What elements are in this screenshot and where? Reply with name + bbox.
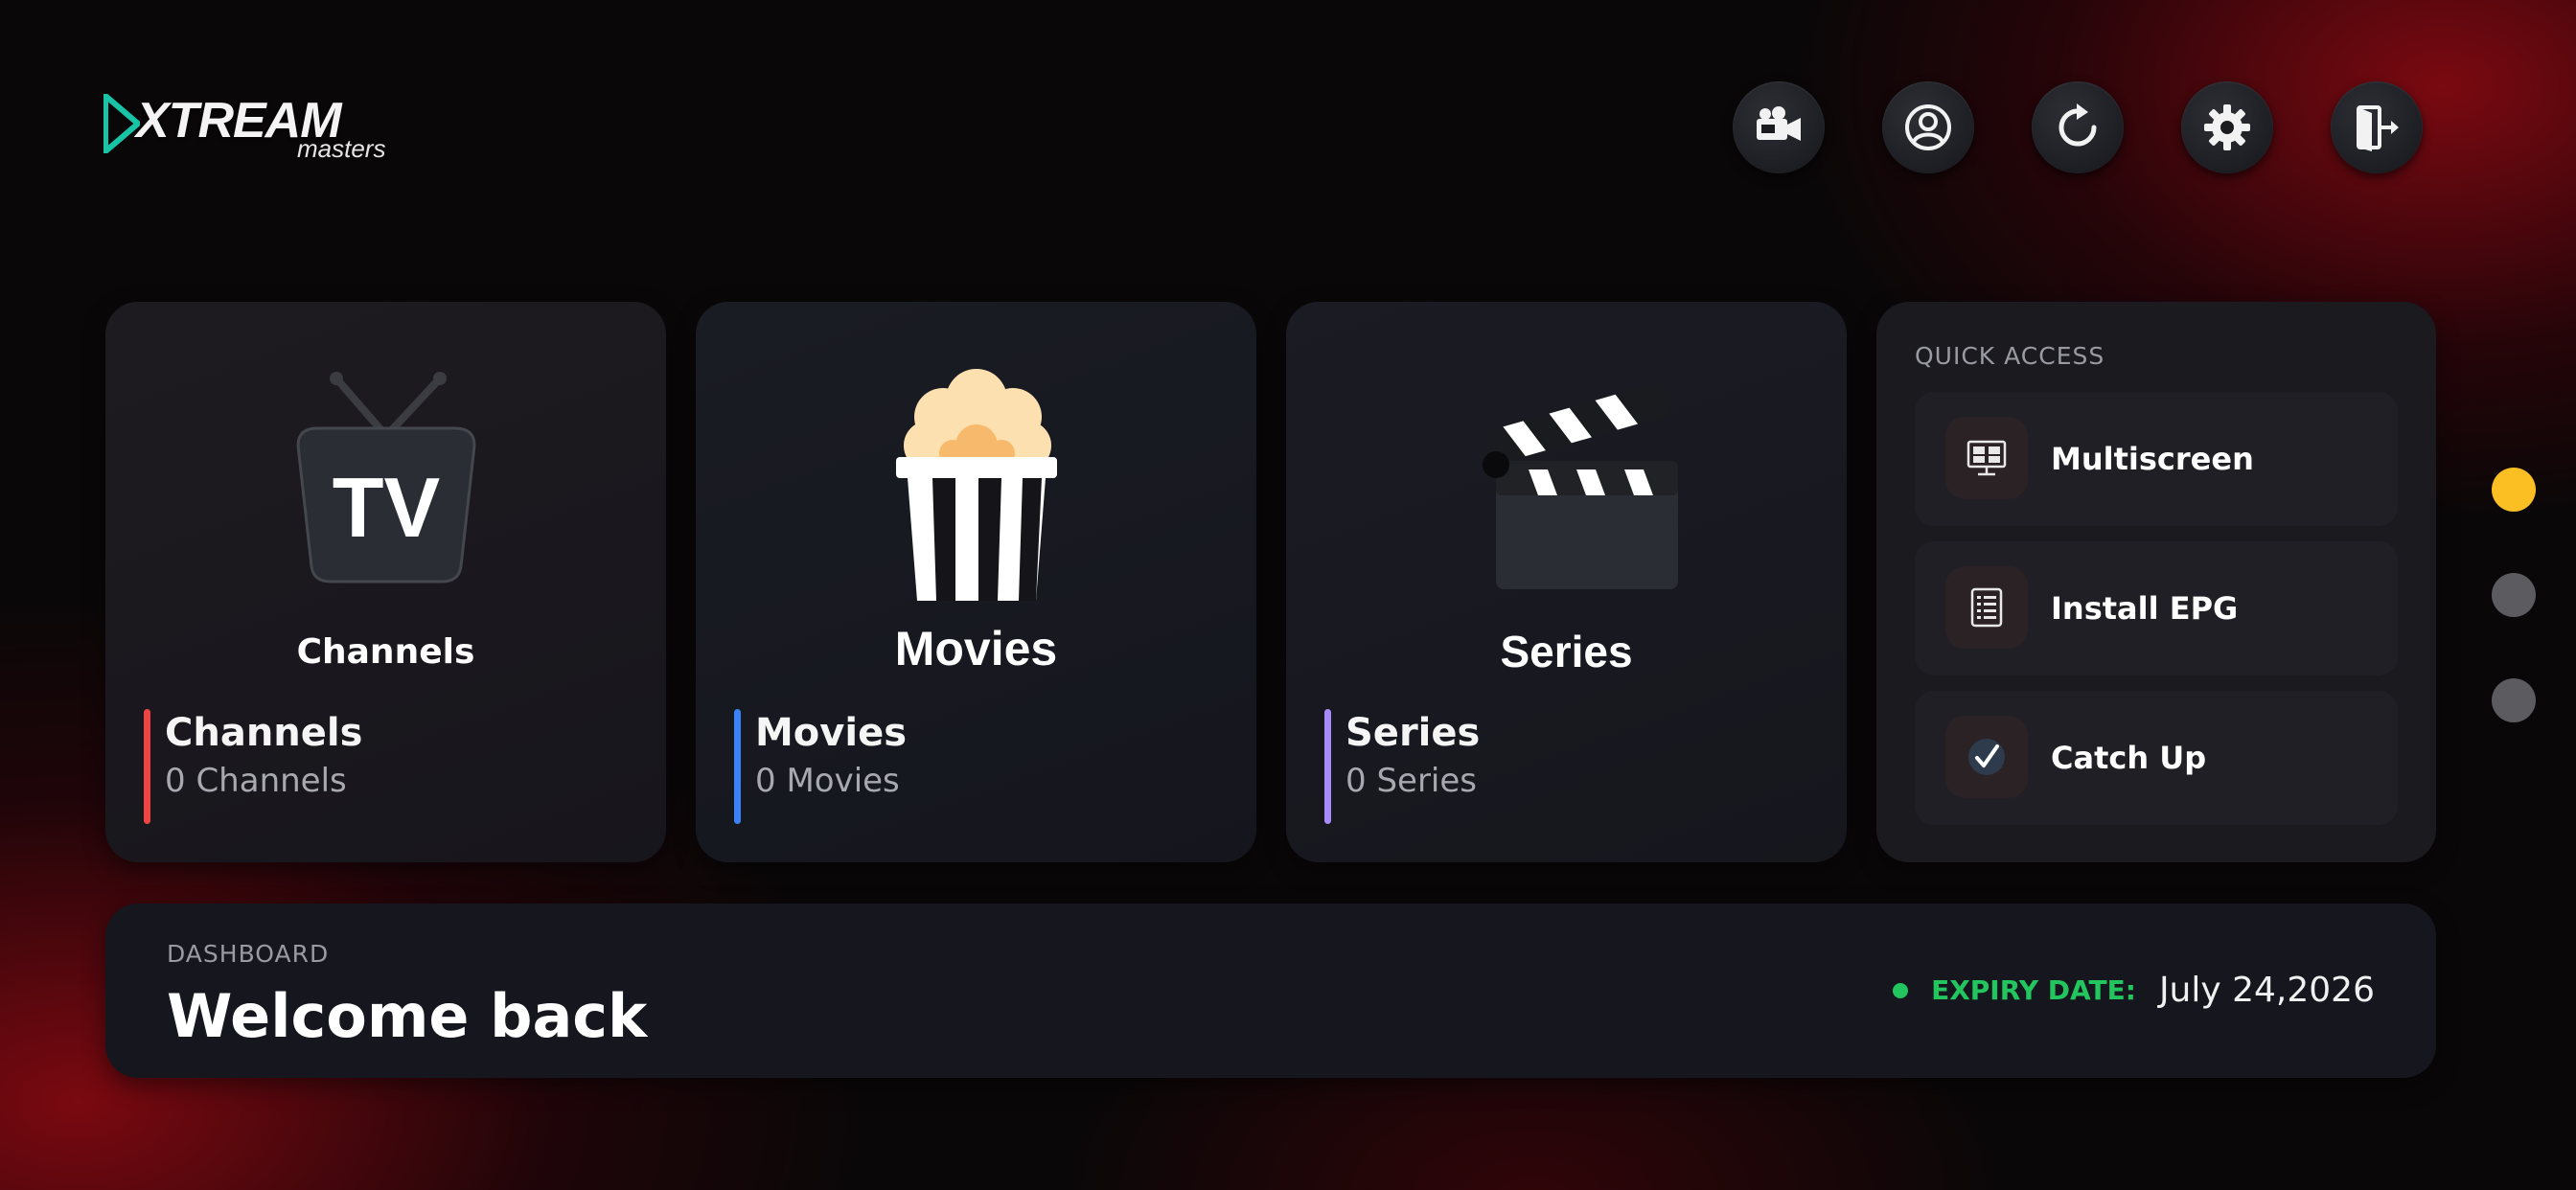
dashboard-panel: DASHBOARD Welcome back EXPIRY DATE: July… bbox=[105, 904, 2436, 1078]
page-dot[interactable] bbox=[2492, 573, 2536, 617]
profile-button[interactable] bbox=[1882, 81, 1974, 173]
page-dot[interactable] bbox=[2492, 678, 2536, 722]
logout-door-icon bbox=[2357, 105, 2399, 151]
quick-access-icon-box bbox=[1945, 566, 2028, 649]
popcorn-icon bbox=[895, 369, 1057, 601]
logo-sub-text: masters bbox=[297, 134, 386, 163]
series-accent-bar bbox=[1324, 709, 1331, 824]
quick-access-header: QUICK ACCESS bbox=[1915, 342, 2105, 370]
channels-caption: Channels bbox=[296, 632, 475, 672]
expiry-label: EXPIRY DATE: bbox=[1931, 974, 2136, 1006]
page-indicator bbox=[2492, 468, 2536, 784]
clapperboard-icon bbox=[1482, 382, 1678, 589]
channels-count: 0 Channels bbox=[165, 762, 347, 800]
quick-access-icon-box bbox=[1945, 716, 2028, 798]
page-dot-active[interactable] bbox=[2492, 468, 2536, 512]
logo-play-icon bbox=[104, 94, 140, 153]
quick-access-multiscreen[interactable]: Multiscreen bbox=[1915, 392, 2398, 526]
series-stat: Series 0 Series bbox=[1324, 709, 1481, 824]
series-card[interactable]: Series Series 0 Series bbox=[1286, 302, 1847, 862]
movies-card[interactable]: Movies Movies 0 Movies bbox=[696, 302, 1256, 862]
multiscreen-icon bbox=[1966, 440, 2007, 476]
record-button[interactable] bbox=[1733, 81, 1825, 173]
dashboard-label: DASHBOARD bbox=[167, 940, 330, 968]
movies-caption: Movies bbox=[894, 622, 1058, 675]
quick-access-catch-up[interactable]: Catch Up bbox=[1915, 691, 2398, 825]
top-toolbar bbox=[1733, 81, 2423, 173]
expiry-date: July 24,2026 bbox=[2158, 971, 2375, 1010]
quick-access-icon-box bbox=[1945, 417, 2028, 499]
quick-access-label: Catch Up bbox=[2051, 740, 2207, 776]
user-profile-icon bbox=[1905, 104, 1951, 150]
expiry-info: EXPIRY DATE: July 24,2026 bbox=[1893, 971, 2375, 1010]
status-dot bbox=[1893, 982, 1909, 998]
channels-card[interactable]: TV Channels Channels 0 Channels bbox=[105, 302, 666, 862]
channels-accent-bar bbox=[144, 709, 150, 824]
refresh-icon bbox=[2058, 103, 2097, 147]
video-camera-icon bbox=[1757, 106, 1801, 141]
svg-text:TV: TV bbox=[332, 460, 440, 555]
series-title: Series bbox=[1346, 711, 1481, 755]
movies-stat: Movies 0 Movies bbox=[734, 709, 908, 824]
movies-accent-bar bbox=[734, 709, 741, 824]
settings-button[interactable] bbox=[2181, 81, 2273, 173]
logout-button[interactable] bbox=[2331, 81, 2423, 173]
quick-access-label: Install EPG bbox=[2051, 590, 2239, 627]
series-caption: Series bbox=[1500, 627, 1633, 676]
quick-access-label: Multiscreen bbox=[2051, 441, 2254, 477]
checkmark-icon bbox=[1968, 739, 2005, 775]
refresh-button[interactable] bbox=[2032, 81, 2124, 173]
series-count: 0 Series bbox=[1346, 762, 1477, 800]
movies-count: 0 Movies bbox=[755, 762, 900, 800]
app-logo: XTREAM masters bbox=[104, 94, 410, 161]
channels-stat: Channels 0 Channels bbox=[144, 709, 363, 824]
movies-illustration bbox=[696, 350, 1256, 601]
tv-icon: TV bbox=[295, 372, 476, 584]
quick-access-panel: QUICK ACCESS Multiscreen Install EPG Cat… bbox=[1876, 302, 2436, 862]
channels-illustration: TV bbox=[105, 350, 666, 599]
epg-list-icon bbox=[1970, 587, 2003, 628]
settings-gear-icon bbox=[2204, 104, 2250, 150]
series-illustration bbox=[1286, 350, 1847, 599]
quick-access-install-epg[interactable]: Install EPG bbox=[1915, 541, 2398, 675]
welcome-heading: Welcome back bbox=[167, 981, 648, 1051]
movies-title: Movies bbox=[755, 711, 908, 755]
channels-title: Channels bbox=[165, 711, 363, 755]
